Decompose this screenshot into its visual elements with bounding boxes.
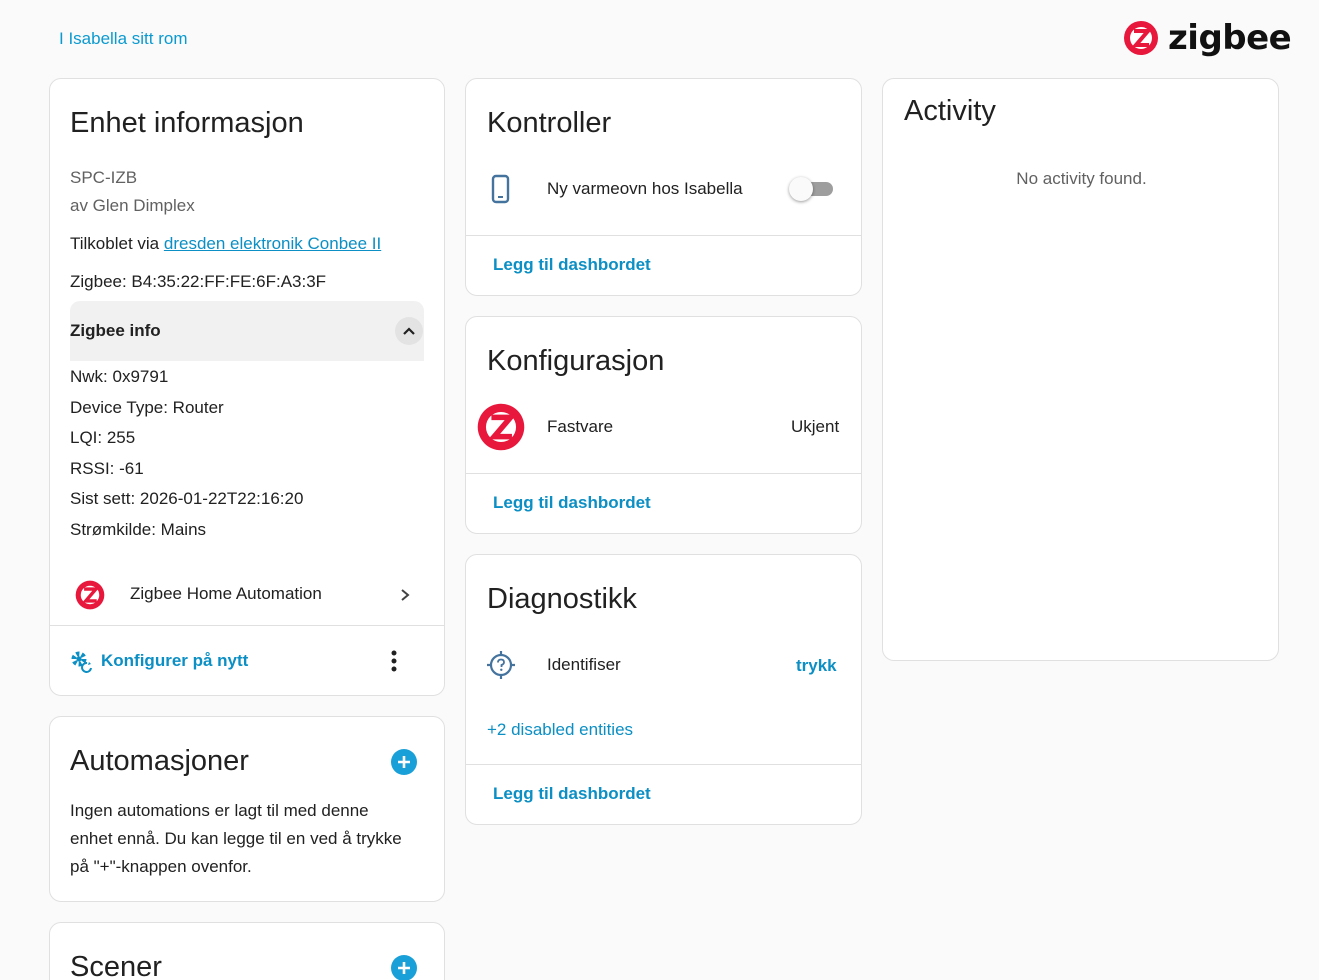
controls-title: Kontroller bbox=[487, 107, 612, 139]
activity-card: Activity No activity found. bbox=[882, 78, 1279, 661]
activity-title: Activity bbox=[904, 95, 996, 127]
automations-empty-line: på "+"-knappen ovenfor. bbox=[70, 857, 252, 876]
identify-label[interactable]: Identifiser bbox=[547, 655, 621, 675]
device-mobile-icon bbox=[491, 174, 510, 204]
zigbee-firmware-icon bbox=[477, 403, 525, 451]
zigbee-integration-icon bbox=[75, 580, 105, 610]
configuration-add-to-dashboard-button[interactable]: Legg til dashbordet bbox=[493, 493, 651, 513]
coordinator-link[interactable]: dresden elektronik Conbee II bbox=[164, 234, 381, 253]
automations-title: Automasjoner bbox=[70, 745, 249, 777]
add-scene-button[interactable] bbox=[391, 955, 417, 980]
configuration-title: Konfigurasjon bbox=[487, 345, 665, 377]
zigbee-info-line: Strømkilde: Mains bbox=[70, 520, 207, 539]
identify-press-button[interactable]: trykk bbox=[796, 656, 837, 676]
reconfigure-button[interactable]: Konfigurer på nytt bbox=[101, 651, 248, 671]
device-info-card: Enhet informasjon SPC-IZB av Glen Dimple… bbox=[49, 78, 445, 696]
chevron-right-icon bbox=[401, 589, 410, 601]
diagnostics-add-to-dashboard-button[interactable]: Legg til dashbordet bbox=[493, 784, 651, 804]
zigbee-info-line: Device Type: Router bbox=[70, 398, 224, 417]
disabled-entities-link[interactable]: +2 disabled entities bbox=[487, 720, 633, 740]
controls-add-to-dashboard-button[interactable]: Legg til dashbordet bbox=[493, 255, 651, 275]
cog-refresh-icon bbox=[71, 651, 92, 673]
configuration-card: Konfigurasjon Fastvare Ukjent Legg til d… bbox=[465, 316, 862, 534]
diagnostics-card: Diagnostikk Identifiser trykk +2 disable… bbox=[465, 554, 862, 825]
add-automation-button[interactable] bbox=[391, 749, 417, 775]
connected-via-label: Tilkoblet via bbox=[70, 234, 160, 253]
control-entity-name[interactable]: Ny varmeovn hos Isabella bbox=[547, 179, 743, 199]
collapse-button[interactable] bbox=[395, 317, 423, 345]
control-toggle[interactable] bbox=[789, 177, 835, 201]
scenes-card: Scener bbox=[49, 922, 445, 980]
device-model: SPC-IZB bbox=[70, 168, 138, 187]
plus-icon bbox=[398, 756, 410, 768]
activity-empty-text: No activity found. bbox=[1016, 169, 1147, 188]
integration-row[interactable]: Zigbee Home Automation bbox=[50, 569, 444, 619]
integration-name: Zigbee Home Automation bbox=[130, 584, 322, 603]
zigbee-info-line: RSSI: -61 bbox=[70, 459, 144, 478]
automations-empty-line: enhet ennå. Du kan legge til en ved å tr… bbox=[70, 829, 402, 848]
device-info-title: Enhet informasjon bbox=[70, 107, 304, 139]
device-manufacturer: av Glen Dimplex bbox=[70, 196, 195, 215]
zigbee-logo-icon bbox=[1124, 21, 1158, 55]
automations-card: Automasjoner Ingen automations er lagt t… bbox=[49, 716, 445, 902]
controls-card: Kontroller Ny varmeovn hos Isabella Legg… bbox=[465, 78, 862, 296]
card-divider bbox=[466, 235, 861, 236]
scenes-title: Scener bbox=[70, 951, 162, 980]
plus-icon bbox=[398, 962, 410, 974]
automations-empty-line: Ingen automations er lagt til med denne bbox=[70, 801, 369, 820]
diagnostics-title: Diagnostikk bbox=[487, 583, 637, 615]
more-vertical-icon[interactable] bbox=[390, 649, 398, 673]
zigbee-ieee: Zigbee: B4:35:22:FF:FE:6F:A3:3F bbox=[70, 272, 327, 291]
area-link[interactable]: I Isabella sitt rom bbox=[59, 29, 188, 49]
zigbee-brand-logo: zigbee bbox=[1122, 18, 1292, 58]
card-divider bbox=[466, 764, 861, 765]
brand-name: zigbee bbox=[1168, 18, 1292, 58]
card-divider bbox=[50, 625, 444, 626]
zigbee-info-expander[interactable]: Zigbee info bbox=[70, 301, 424, 361]
card-divider bbox=[466, 473, 861, 474]
connected-via: Tilkoblet via dresden elektronik Conbee … bbox=[70, 234, 381, 254]
identify-crosshair-icon bbox=[487, 651, 515, 679]
zigbee-info-title: Zigbee info bbox=[70, 321, 161, 340]
toggle-knob bbox=[789, 177, 813, 201]
chevron-up-icon bbox=[403, 327, 415, 335]
firmware-value: Ukjent bbox=[791, 417, 840, 436]
firmware-label[interactable]: Fastvare bbox=[547, 417, 613, 437]
zigbee-info-line: Sist sett: 2026-01-22T22:16:20 bbox=[70, 489, 304, 508]
zigbee-info-line: LQI: 255 bbox=[70, 428, 136, 447]
zigbee-info-line: Nwk: 0x9791 bbox=[70, 367, 169, 386]
